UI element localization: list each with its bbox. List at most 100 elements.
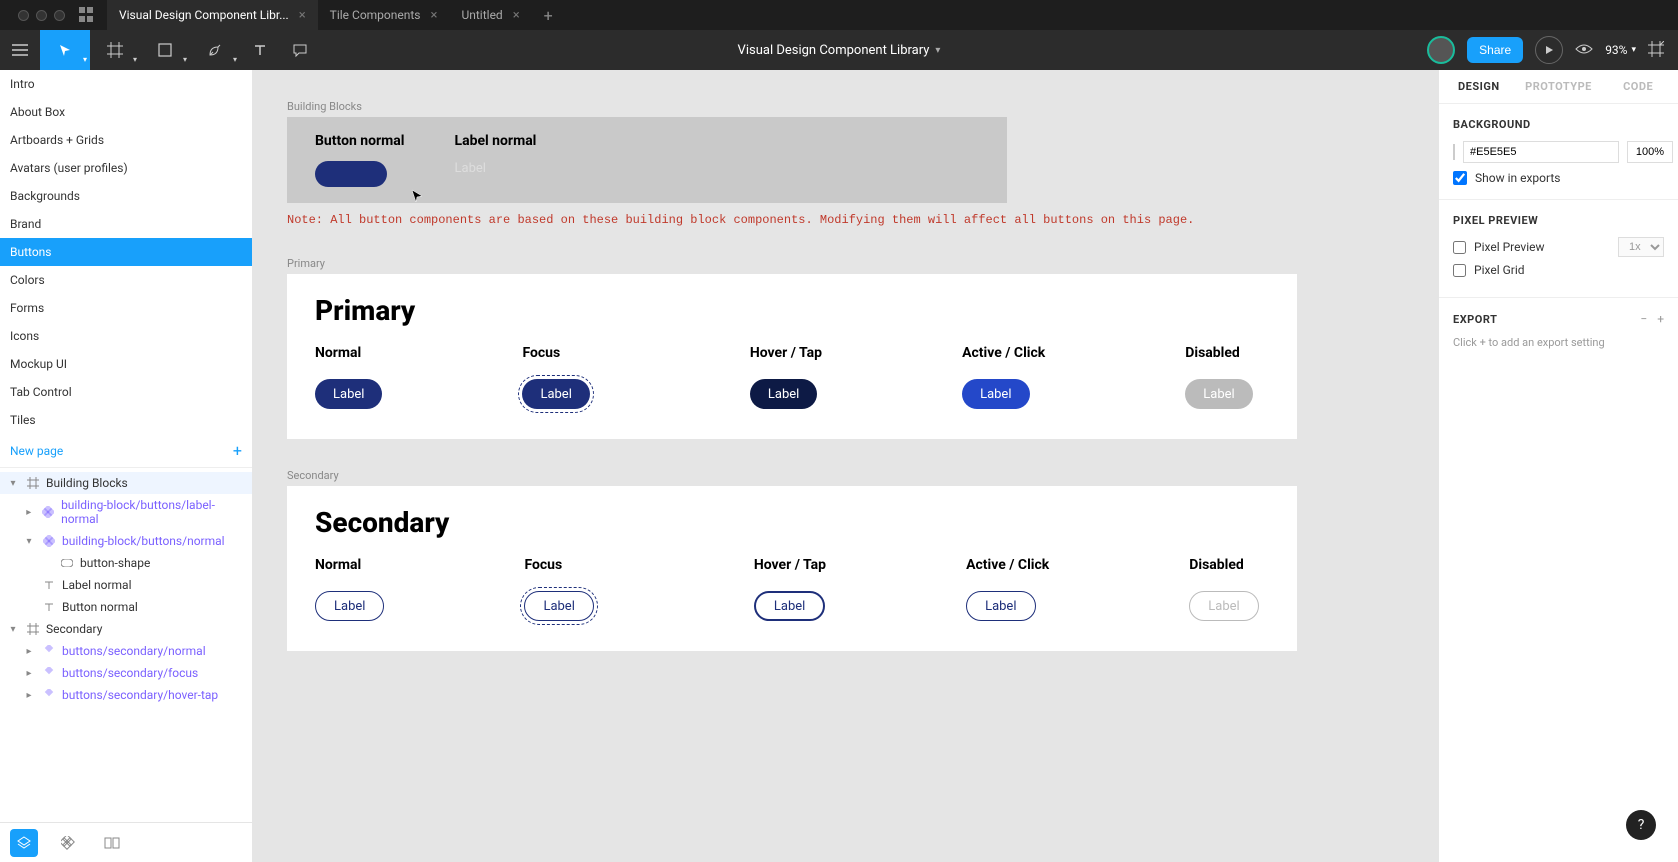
button-secondary-focus[interactable]: Label [524, 591, 593, 621]
disclosure-closed-icon[interactable]: ▸ [22, 690, 36, 701]
page-item-colors[interactable]: Colors [0, 266, 252, 294]
close-icon[interactable]: × [299, 8, 306, 23]
comment-tool[interactable] [280, 30, 320, 70]
page-item-icons[interactable]: Icons [0, 322, 252, 350]
file-tab-0[interactable]: Visual Design Component Libr... × [107, 0, 318, 30]
share-button[interactable]: Share [1467, 37, 1523, 63]
layer-component-sec-hover[interactable]: ▸ buttons/secondary/hover-tap [0, 684, 252, 706]
disclosure-open-icon[interactable]: ▾ [22, 536, 36, 547]
button-primary-disabled[interactable]: Label [1185, 379, 1252, 409]
page-item-intro[interactable]: Intro [0, 70, 252, 98]
page-item-buttons[interactable]: Buttons [0, 238, 252, 266]
collapse-icon[interactable]: − [1640, 312, 1647, 326]
page-label: Backgrounds [10, 189, 80, 203]
tab-prototype[interactable]: PROTOTYPE [1519, 70, 1599, 103]
tab-design[interactable]: DESIGN [1439, 70, 1519, 103]
layer-component-sec-focus[interactable]: ▸ buttons/secondary/focus [0, 662, 252, 684]
right-panel: DESIGN PROTOTYPE CODE BACKGROUND Show in… [1438, 70, 1678, 862]
file-tab-2[interactable]: Untitled × [449, 0, 531, 30]
main-menu-button[interactable] [0, 30, 40, 70]
frame-label[interactable]: Secondary [287, 469, 1387, 482]
pixel-preview-scale-select[interactable]: 1x [1618, 237, 1664, 257]
page-item-about-box[interactable]: About Box [0, 98, 252, 126]
show-in-exports-checkbox[interactable] [1453, 171, 1467, 185]
add-export-icon[interactable]: + [1657, 312, 1664, 326]
master-button-shape[interactable] [315, 161, 387, 187]
canvas[interactable]: Building Blocks Button normal Label norm… [253, 70, 1438, 862]
button-secondary-disabled[interactable]: Label [1189, 591, 1258, 621]
page-item-forms[interactable]: Forms [0, 294, 252, 322]
view-options-button[interactable] [1648, 41, 1664, 60]
page-item-tab-control[interactable]: Tab Control [0, 378, 252, 406]
layer-component-normal[interactable]: ▾ building-block/buttons/normal [0, 530, 252, 552]
zoom-value: 93% [1605, 43, 1627, 57]
button-primary-active[interactable]: Label [962, 379, 1029, 409]
right-panel-tabs: DESIGN PROTOTYPE CODE [1439, 70, 1678, 104]
avatar[interactable] [1427, 36, 1455, 64]
disclosure-closed-icon[interactable]: ▸ [22, 668, 36, 679]
file-tab-1[interactable]: Tile Components × [318, 0, 450, 30]
layer-label: building-block/buttons/label-normal [61, 498, 246, 526]
bg-opacity-input[interactable] [1627, 141, 1673, 163]
button-secondary-active[interactable]: Label [966, 591, 1035, 621]
state-label: Hover / Tap [754, 557, 826, 573]
layer-frame-building-blocks[interactable]: ▾ Building Blocks [0, 472, 252, 494]
page-item-mockup-ui[interactable]: Mockup UI [0, 350, 252, 378]
frame-label[interactable]: Building Blocks [287, 100, 1387, 113]
zoom-select[interactable]: 93% ▾ [1605, 43, 1636, 57]
frame-tool[interactable]: ▾ [90, 30, 140, 70]
help-button[interactable]: ? [1626, 810, 1656, 840]
text-tool[interactable] [240, 30, 280, 70]
state-label: Focus [522, 345, 589, 361]
pixel-preview-checkbox[interactable] [1453, 241, 1466, 254]
page-item-backgrounds[interactable]: Backgrounds [0, 182, 252, 210]
window-controls[interactable] [8, 10, 75, 21]
button-primary-hover[interactable]: Label [750, 379, 817, 409]
pixel-grid-checkbox[interactable] [1453, 264, 1466, 277]
frame-secondary[interactable]: Secondary NormalLabel FocusLabel Hover /… [287, 486, 1297, 651]
bg-hex-input[interactable] [1463, 141, 1619, 163]
disclosure-closed-icon[interactable]: ▸ [22, 646, 36, 657]
page-item-artboards-grids[interactable]: Artboards + Grids [0, 126, 252, 154]
pixel-grid-label: Pixel Grid [1474, 263, 1525, 277]
layer-component-label-normal[interactable]: ▸ building-block/buttons/label-normal [0, 494, 252, 530]
close-icon[interactable]: × [431, 8, 438, 23]
master-label-text[interactable]: Label [455, 161, 537, 176]
page-item-tiles[interactable]: Tiles [0, 406, 252, 434]
layer-text-label-normal[interactable]: Label normal [0, 574, 252, 596]
assets-tab-button[interactable] [54, 829, 82, 857]
button-secondary-normal[interactable]: Label [315, 591, 384, 621]
frame-primary[interactable]: Primary NormalLabel FocusLabel Hover / T… [287, 274, 1297, 439]
move-tool[interactable]: ▾ [40, 30, 90, 70]
layer-frame-secondary[interactable]: ▾ Secondary [0, 618, 252, 640]
button-primary-normal[interactable]: Label [315, 379, 382, 409]
shape-tool[interactable]: ▾ [140, 30, 190, 70]
page-label: Artboards + Grids [10, 133, 104, 147]
button-primary-focus[interactable]: Label [522, 379, 589, 409]
frame-building-blocks[interactable]: Button normal Label normal Label [287, 117, 1007, 203]
apps-icon[interactable] [79, 7, 95, 23]
layer-text-button-normal[interactable]: Button normal [0, 596, 252, 618]
close-icon[interactable]: × [513, 8, 520, 23]
present-button[interactable] [1535, 36, 1563, 64]
disclosure-open-icon[interactable]: ▾ [6, 624, 20, 635]
layers-tab-button[interactable] [10, 829, 38, 857]
library-tab-button[interactable] [98, 829, 126, 857]
layer-shape-button[interactable]: button-shape [0, 552, 252, 574]
page-label: Tab Control [10, 385, 72, 399]
color-swatch[interactable] [1453, 144, 1455, 160]
tab-code[interactable]: CODE [1598, 70, 1678, 103]
page-item-brand[interactable]: Brand [0, 210, 252, 238]
frame-label[interactable]: Primary [287, 257, 1387, 270]
page-label: Brand [10, 217, 41, 231]
new-tab-button[interactable]: + [532, 6, 565, 25]
page-item-avatars[interactable]: Avatars (user profiles) [0, 154, 252, 182]
view-settings-button[interactable] [1575, 43, 1593, 58]
pen-tool[interactable]: ▾ [190, 30, 240, 70]
disclosure-closed-icon[interactable]: ▸ [22, 507, 36, 518]
layer-component-sec-normal[interactable]: ▸ buttons/secondary/normal [0, 640, 252, 662]
new-page-button[interactable]: New page + [0, 434, 252, 467]
button-secondary-hover[interactable]: Label [754, 591, 825, 621]
document-title[interactable]: Visual Design Component Library ▾ [738, 43, 941, 58]
disclosure-open-icon[interactable]: ▾ [6, 478, 20, 489]
